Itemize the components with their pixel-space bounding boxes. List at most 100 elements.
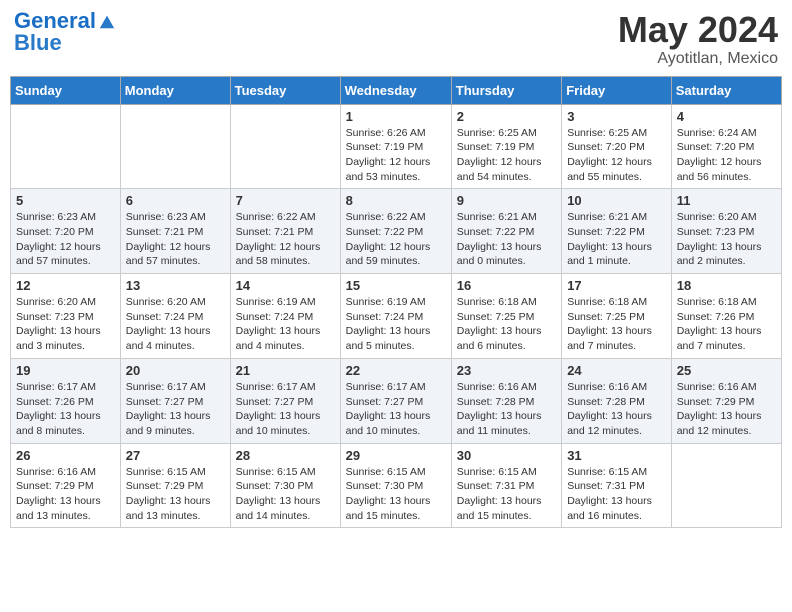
day-info: Sunrise: 6:19 AM Sunset: 7:24 PM Dayligh… <box>236 295 335 354</box>
day-number: 29 <box>346 448 446 463</box>
day-info: Sunrise: 6:15 AM Sunset: 7:31 PM Dayligh… <box>567 465 666 524</box>
day-number: 10 <box>567 193 666 208</box>
col-tuesday: Tuesday <box>230 76 340 104</box>
day-info: Sunrise: 6:20 AM Sunset: 7:24 PM Dayligh… <box>126 295 225 354</box>
table-row: 31 Sunrise: 6:15 AM Sunset: 7:31 PM Dayli… <box>562 443 672 528</box>
day-number: 8 <box>346 193 446 208</box>
day-info: Sunrise: 6:23 AM Sunset: 7:21 PM Dayligh… <box>126 210 225 269</box>
day-number: 16 <box>457 278 556 293</box>
col-friday: Friday <box>562 76 672 104</box>
table-row <box>120 104 230 189</box>
day-info: Sunrise: 6:15 AM Sunset: 7:31 PM Dayligh… <box>457 465 556 524</box>
table-row: 13 Sunrise: 6:20 AM Sunset: 7:24 PM Dayli… <box>120 274 230 359</box>
title-block: May 2024 Ayotitlan, Mexico <box>618 10 778 68</box>
day-number: 25 <box>677 363 776 378</box>
day-number: 30 <box>457 448 556 463</box>
day-info: Sunrise: 6:25 AM Sunset: 7:20 PM Dayligh… <box>567 126 666 185</box>
day-number: 12 <box>16 278 115 293</box>
day-info: Sunrise: 6:17 AM Sunset: 7:27 PM Dayligh… <box>346 380 446 439</box>
table-row: 14 Sunrise: 6:19 AM Sunset: 7:24 PM Dayli… <box>230 274 340 359</box>
day-info: Sunrise: 6:18 AM Sunset: 7:26 PM Dayligh… <box>677 295 776 354</box>
table-row: 23Sunrise: 6:16 AM Sunset: 7:28 PM Dayli… <box>451 358 561 443</box>
table-row: 24 Sunrise: 6:16 AM Sunset: 7:28 PM Dayli… <box>562 358 672 443</box>
table-row: 3 Sunrise: 6:25 AM Sunset: 7:20 PM Daylig… <box>562 104 672 189</box>
table-row: 1 Sunrise: 6:26 AM Sunset: 7:19 PM Daylig… <box>340 104 451 189</box>
day-info: Sunrise: 6:15 AM Sunset: 7:29 PM Dayligh… <box>126 465 225 524</box>
day-number: 26 <box>16 448 115 463</box>
day-number: 11 <box>677 193 776 208</box>
day-number: 19 <box>16 363 115 378</box>
day-info: Sunrise: 6:26 AM Sunset: 7:19 PM Dayligh… <box>346 126 446 185</box>
table-row: 29Sunrise: 6:15 AM Sunset: 7:30 PM Dayli… <box>340 443 451 528</box>
table-row <box>230 104 340 189</box>
table-row: 30 Sunrise: 6:15 AM Sunset: 7:31 PM Dayli… <box>451 443 561 528</box>
table-row <box>11 104 121 189</box>
day-info: Sunrise: 6:17 AM Sunset: 7:27 PM Dayligh… <box>126 380 225 439</box>
col-monday: Monday <box>120 76 230 104</box>
day-number: 1 <box>346 109 446 124</box>
table-row: 4 Sunrise: 6:24 AM Sunset: 7:20 PM Daylig… <box>671 104 781 189</box>
day-info: Sunrise: 6:16 AM Sunset: 7:29 PM Dayligh… <box>677 380 776 439</box>
calendar-header-row: Sunday Monday Tuesday Wednesday Thursday… <box>11 76 782 104</box>
table-row: 21 Sunrise: 6:17 AM Sunset: 7:27 PM Dayli… <box>230 358 340 443</box>
day-number: 23 <box>457 363 556 378</box>
day-info: Sunrise: 6:16 AM Sunset: 7:28 PM Dayligh… <box>567 380 666 439</box>
day-info: Sunrise: 6:15 AM Sunset: 7:30 PM Dayligh… <box>236 465 335 524</box>
table-row: 28 Sunrise: 6:15 AM Sunset: 7:30 PM Dayli… <box>230 443 340 528</box>
col-sunday: Sunday <box>11 76 121 104</box>
day-number: 20 <box>126 363 225 378</box>
day-number: 18 <box>677 278 776 293</box>
day-number: 4 <box>677 109 776 124</box>
col-thursday: Thursday <box>451 76 561 104</box>
table-row: 6 Sunrise: 6:23 AM Sunset: 7:21 PM Daylig… <box>120 189 230 274</box>
day-number: 21 <box>236 363 335 378</box>
col-wednesday: Wednesday <box>340 76 451 104</box>
logo: General Blue <box>14 10 116 54</box>
logo-blue: Blue <box>14 32 116 54</box>
table-row: 10Sunrise: 6:21 AM Sunset: 7:22 PM Dayli… <box>562 189 672 274</box>
calendar-week-row: 12Sunrise: 6:20 AM Sunset: 7:23 PM Dayli… <box>11 274 782 359</box>
day-number: 17 <box>567 278 666 293</box>
table-row: 26 Sunrise: 6:16 AM Sunset: 7:29 PM Dayli… <box>11 443 121 528</box>
day-info: Sunrise: 6:23 AM Sunset: 7:20 PM Dayligh… <box>16 210 115 269</box>
table-row: 2Sunrise: 6:25 AM Sunset: 7:19 PM Daylig… <box>451 104 561 189</box>
day-number: 22 <box>346 363 446 378</box>
col-saturday: Saturday <box>671 76 781 104</box>
day-info: Sunrise: 6:18 AM Sunset: 7:25 PM Dayligh… <box>457 295 556 354</box>
day-number: 27 <box>126 448 225 463</box>
month-year-title: May 2024 <box>618 10 778 50</box>
day-number: 3 <box>567 109 666 124</box>
day-number: 6 <box>126 193 225 208</box>
table-row: 5 Sunrise: 6:23 AM Sunset: 7:20 PM Daylig… <box>11 189 121 274</box>
table-row: 22 Sunrise: 6:17 AM Sunset: 7:27 PM Dayli… <box>340 358 451 443</box>
table-row: 18 Sunrise: 6:18 AM Sunset: 7:26 PM Dayli… <box>671 274 781 359</box>
day-number: 5 <box>16 193 115 208</box>
day-number: 2 <box>457 109 556 124</box>
day-number: 28 <box>236 448 335 463</box>
calendar-table: Sunday Monday Tuesday Wednesday Thursday… <box>10 76 782 529</box>
day-info: Sunrise: 6:17 AM Sunset: 7:27 PM Dayligh… <box>236 380 335 439</box>
table-row: 16 Sunrise: 6:18 AM Sunset: 7:25 PM Dayli… <box>451 274 561 359</box>
logo-general: General <box>14 10 96 32</box>
day-info: Sunrise: 6:18 AM Sunset: 7:25 PM Dayligh… <box>567 295 666 354</box>
day-number: 14 <box>236 278 335 293</box>
calendar-week-row: 26 Sunrise: 6:16 AM Sunset: 7:29 PM Dayli… <box>11 443 782 528</box>
day-number: 13 <box>126 278 225 293</box>
page-header: General Blue May 2024 Ayotitlan, Mexico <box>10 10 782 68</box>
day-info: Sunrise: 6:24 AM Sunset: 7:20 PM Dayligh… <box>677 126 776 185</box>
calendar-week-row: 19 Sunrise: 6:17 AM Sunset: 7:26 PM Dayli… <box>11 358 782 443</box>
table-row: 27 Sunrise: 6:15 AM Sunset: 7:29 PM Dayli… <box>120 443 230 528</box>
location-subtitle: Ayotitlan, Mexico <box>618 50 778 68</box>
table-row: 20 Sunrise: 6:17 AM Sunset: 7:27 PM Dayli… <box>120 358 230 443</box>
day-info: Sunrise: 6:19 AM Sunset: 7:24 PM Dayligh… <box>346 295 446 354</box>
day-number: 9 <box>457 193 556 208</box>
table-row: 7Sunrise: 6:22 AM Sunset: 7:21 PM Daylig… <box>230 189 340 274</box>
day-number: 7 <box>236 193 335 208</box>
day-info: Sunrise: 6:17 AM Sunset: 7:26 PM Dayligh… <box>16 380 115 439</box>
day-info: Sunrise: 6:16 AM Sunset: 7:29 PM Dayligh… <box>16 465 115 524</box>
table-row: 12Sunrise: 6:20 AM Sunset: 7:23 PM Dayli… <box>11 274 121 359</box>
calendar-week-row: 1 Sunrise: 6:26 AM Sunset: 7:19 PM Daylig… <box>11 104 782 189</box>
day-number: 31 <box>567 448 666 463</box>
logo-icon <box>98 12 116 30</box>
day-number: 24 <box>567 363 666 378</box>
